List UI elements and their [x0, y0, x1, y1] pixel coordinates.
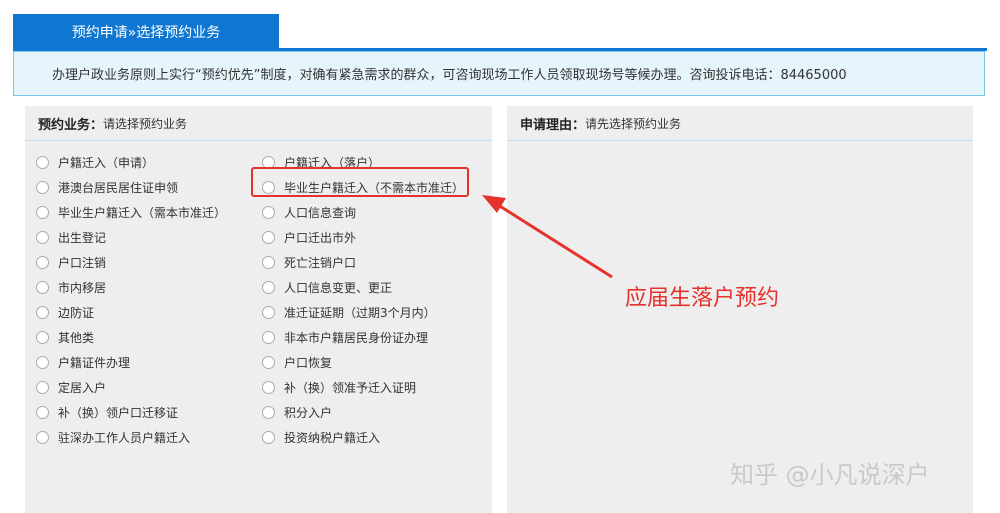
business-option[interactable]: 投资纳税户籍迁入 [262, 425, 486, 450]
business-option-label: 定居入户 [58, 381, 107, 395]
tab-select-business[interactable]: 预约申请»选择预约业务 [13, 14, 279, 50]
business-option-label: 驻深办工作人员户籍迁入 [58, 431, 191, 445]
business-hint: 请选择预约业务 [103, 116, 188, 131]
business-label: 预约业务： [38, 117, 104, 133]
reason-hint: 请先选择预约业务 [585, 116, 682, 131]
business-option-label: 边防证 [58, 306, 95, 320]
annotation-text: 应届生落户预约 [625, 286, 780, 311]
business-option-label: 补（换）领户口迁移证 [58, 406, 179, 420]
business-option-label: 补（换）领准予迁入证明 [284, 381, 417, 395]
watermark: 知乎 @小凡说深户 [730, 461, 930, 489]
notice-text: 办理户政业务原则上实行“预约优先”制度，对确有紧急需求的群众，可咨询现场工作人员… [52, 68, 847, 83]
radio-icon[interactable] [262, 206, 275, 219]
business-option[interactable]: 死亡注销户口 [262, 250, 486, 275]
business-option-label: 户口恢复 [284, 356, 333, 370]
radio-icon[interactable] [262, 381, 275, 394]
radio-icon[interactable] [262, 231, 275, 244]
reason-panel-header: 申请理由： 请先选择预约业务 [507, 106, 973, 141]
radio-icon[interactable] [36, 181, 49, 194]
business-option[interactable]: 户口恢复 [262, 350, 486, 375]
business-option[interactable]: 港澳台居民居住证申领 [36, 175, 262, 200]
radio-icon[interactable] [36, 206, 49, 219]
radio-icon[interactable] [262, 306, 275, 319]
business-option-label: 户口迁出市外 [284, 231, 357, 245]
business-option[interactable]: 驻深办工作人员户籍迁入 [36, 425, 262, 450]
business-option-label: 其他类 [58, 331, 95, 345]
business-option[interactable]: 补（换）领准予迁入证明 [262, 375, 486, 400]
business-option[interactable]: 毕业生户籍迁入（需本市准迁） [36, 200, 262, 225]
business-option-label: 户籍证件办理 [58, 356, 131, 370]
business-option-label: 户籍迁入（申请） [58, 156, 155, 170]
business-option-label: 死亡注销户口 [284, 256, 357, 270]
radio-icon[interactable] [36, 156, 49, 169]
business-option[interactable]: 人口信息查询 [262, 200, 486, 225]
business-option[interactable]: 户籍证件办理 [36, 350, 262, 375]
business-option-label: 市内移居 [58, 281, 107, 295]
business-option-label: 投资纳税户籍迁入 [284, 431, 381, 445]
business-option[interactable]: 定居入户 [36, 375, 262, 400]
radio-icon[interactable] [36, 281, 49, 294]
business-option-label: 出生登记 [58, 231, 107, 245]
business-option-label: 积分入户 [284, 406, 333, 420]
radio-icon[interactable] [36, 231, 49, 244]
radio-icon[interactable] [36, 381, 49, 394]
highlight-box [251, 167, 469, 197]
radio-icon[interactable] [262, 256, 275, 269]
tab-bar: 预约申请»选择预约业务 [13, 14, 987, 51]
business-option[interactable]: 其他类 [36, 325, 262, 350]
radio-icon[interactable] [36, 256, 49, 269]
radio-icon[interactable] [36, 406, 49, 419]
radio-icon[interactable] [262, 431, 275, 444]
notice-banner: 办理户政业务原则上实行“预约优先”制度，对确有紧急需求的群众，可咨询现场工作人员… [13, 51, 985, 96]
business-option-label: 户口注销 [58, 256, 107, 270]
business-panel-header: 预约业务： 请选择预约业务 [25, 106, 492, 141]
business-option-label: 毕业生户籍迁入（需本市准迁） [58, 206, 227, 220]
business-option[interactable]: 补（换）领户口迁移证 [36, 400, 262, 425]
business-option[interactable]: 户口迁出市外 [262, 225, 486, 250]
radio-icon[interactable] [36, 431, 49, 444]
business-option-label: 非本市户籍居民身份证办理 [284, 331, 429, 345]
business-option-label: 准迁证延期（过期3个月内） [284, 306, 436, 320]
radio-icon[interactable] [262, 281, 275, 294]
radio-icon[interactable] [262, 406, 275, 419]
radio-icon[interactable] [262, 356, 275, 369]
business-option[interactable]: 人口信息变更、更正 [262, 275, 486, 300]
business-option[interactable]: 市内移居 [36, 275, 262, 300]
business-option[interactable]: 积分入户 [262, 400, 486, 425]
business-option[interactable]: 边防证 [36, 300, 262, 325]
business-option-label: 人口信息查询 [284, 206, 357, 220]
business-option[interactable]: 户口注销 [36, 250, 262, 275]
radio-icon[interactable] [36, 331, 49, 344]
business-option[interactable]: 准迁证延期（过期3个月内） [262, 300, 486, 325]
business-option-label: 人口信息变更、更正 [284, 281, 393, 295]
business-option[interactable]: 非本市户籍居民身份证办理 [262, 325, 486, 350]
business-option[interactable]: 户籍迁入（申请） [36, 150, 262, 175]
business-option[interactable]: 出生登记 [36, 225, 262, 250]
business-option-label: 港澳台居民居住证申领 [58, 181, 179, 195]
radio-icon[interactable] [36, 306, 49, 319]
reason-label: 申请理由： [520, 117, 586, 133]
radio-icon[interactable] [36, 356, 49, 369]
radio-icon[interactable] [262, 331, 275, 344]
